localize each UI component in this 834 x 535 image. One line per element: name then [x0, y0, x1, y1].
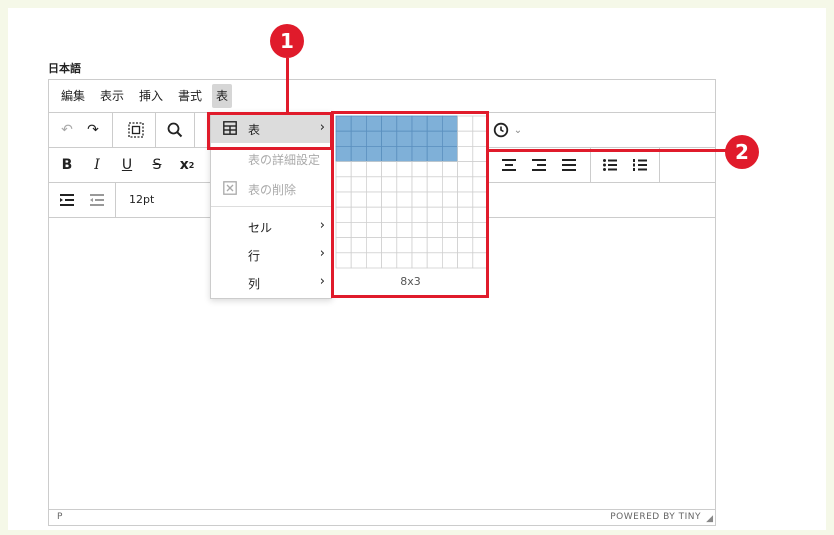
table-delete-icon [223, 181, 237, 195]
menu-divider [211, 206, 331, 207]
font-size-select[interactable]: 12pt [129, 193, 154, 206]
toolbar-separator [659, 148, 660, 182]
callout-badge-1: 1 [270, 24, 304, 58]
menu-view[interactable]: 表示 [96, 84, 128, 108]
menu-item-label: 列 [248, 277, 261, 291]
italic-icon[interactable]: I [85, 148, 109, 182]
toolbar-separator [112, 113, 113, 147]
resize-handle-icon[interactable]: ◢ [706, 514, 713, 524]
bullet-list-icon[interactable] [598, 148, 622, 182]
superscript-icon[interactable]: x2 [175, 148, 199, 182]
menu-insert[interactable]: 挿入 [135, 84, 167, 108]
toolbar-separator [194, 113, 195, 147]
field-label: 日本語 [48, 62, 81, 75]
underline-icon[interactable]: U [115, 148, 139, 182]
callout-box-1 [207, 112, 333, 150]
select-all-icon[interactable] [124, 113, 148, 147]
redo-icon[interactable]: ↷ [81, 113, 105, 147]
search-icon[interactable] [163, 113, 187, 147]
indent-icon[interactable] [55, 183, 79, 217]
menu-item-row[interactable]: 行 › [211, 241, 331, 269]
element-path[interactable]: P [57, 512, 62, 522]
chevron-right-icon: › [319, 218, 325, 233]
chevron-down-icon[interactable]: ⌄ [511, 113, 525, 147]
menu-edit[interactable]: 編集 [57, 84, 89, 108]
menu-item-label: 表の詳細設定 [248, 153, 321, 167]
numbered-list-icon[interactable] [628, 148, 652, 182]
toolbar-separator [155, 113, 156, 147]
menu-item-label: 行 [248, 249, 261, 263]
strikethrough-icon[interactable]: S [145, 148, 169, 182]
callout-line-1 [286, 58, 289, 113]
menu-table[interactable]: 表 [212, 84, 233, 108]
undo-icon[interactable]: ↶ [55, 113, 79, 147]
menu-format[interactable]: 書式 [174, 84, 206, 108]
callout-box-2 [331, 111, 489, 298]
menu-item-label: 表の削除 [248, 183, 297, 197]
toolbar-separator [590, 148, 591, 182]
menu-item-column[interactable]: 列 › [211, 269, 331, 297]
menu-item-label: セル [248, 221, 273, 235]
powered-by-label[interactable]: POWERED BY TINY [610, 512, 701, 522]
outdent-icon[interactable] [85, 183, 109, 217]
menu-item-delete-table[interactable]: 表の削除 [211, 175, 331, 203]
bold-icon[interactable]: B [55, 148, 79, 182]
menu-item-cell[interactable]: セル › [211, 213, 331, 241]
align-justify-icon[interactable] [557, 148, 581, 182]
chevron-right-icon: › [319, 246, 325, 261]
callout-badge-2: 2 [725, 135, 759, 169]
clock-icon[interactable] [489, 113, 513, 147]
callout-line-2 [489, 149, 729, 152]
chevron-right-icon: › [319, 274, 325, 289]
toolbar-separator [115, 183, 116, 217]
align-right-icon[interactable] [527, 148, 551, 182]
align-center-icon[interactable] [497, 148, 521, 182]
status-bar: P POWERED BY TINY ◢ [49, 509, 715, 525]
menubar: 編集 表示 挿入 書式 表 [49, 80, 715, 113]
